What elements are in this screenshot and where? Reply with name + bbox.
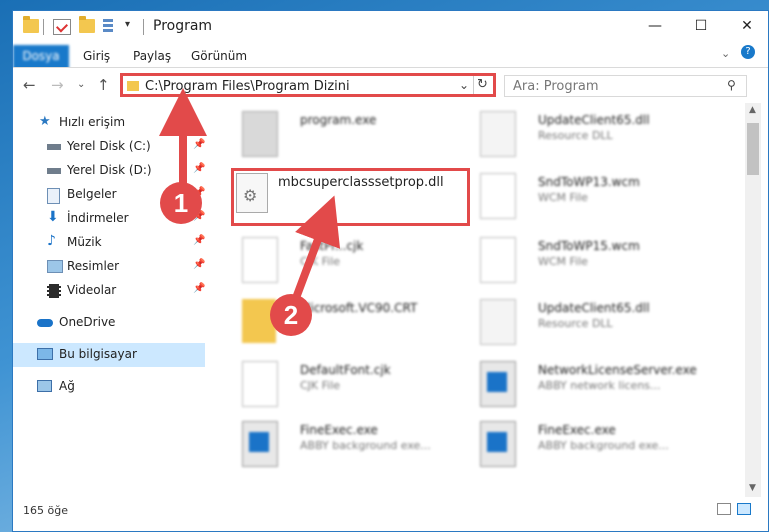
step-badge-2: 2 — [270, 294, 312, 336]
step-badge-1: 1 — [160, 182, 202, 224]
arrow-to-file — [289, 195, 341, 308]
annotation-arrows — [159, 88, 341, 308]
